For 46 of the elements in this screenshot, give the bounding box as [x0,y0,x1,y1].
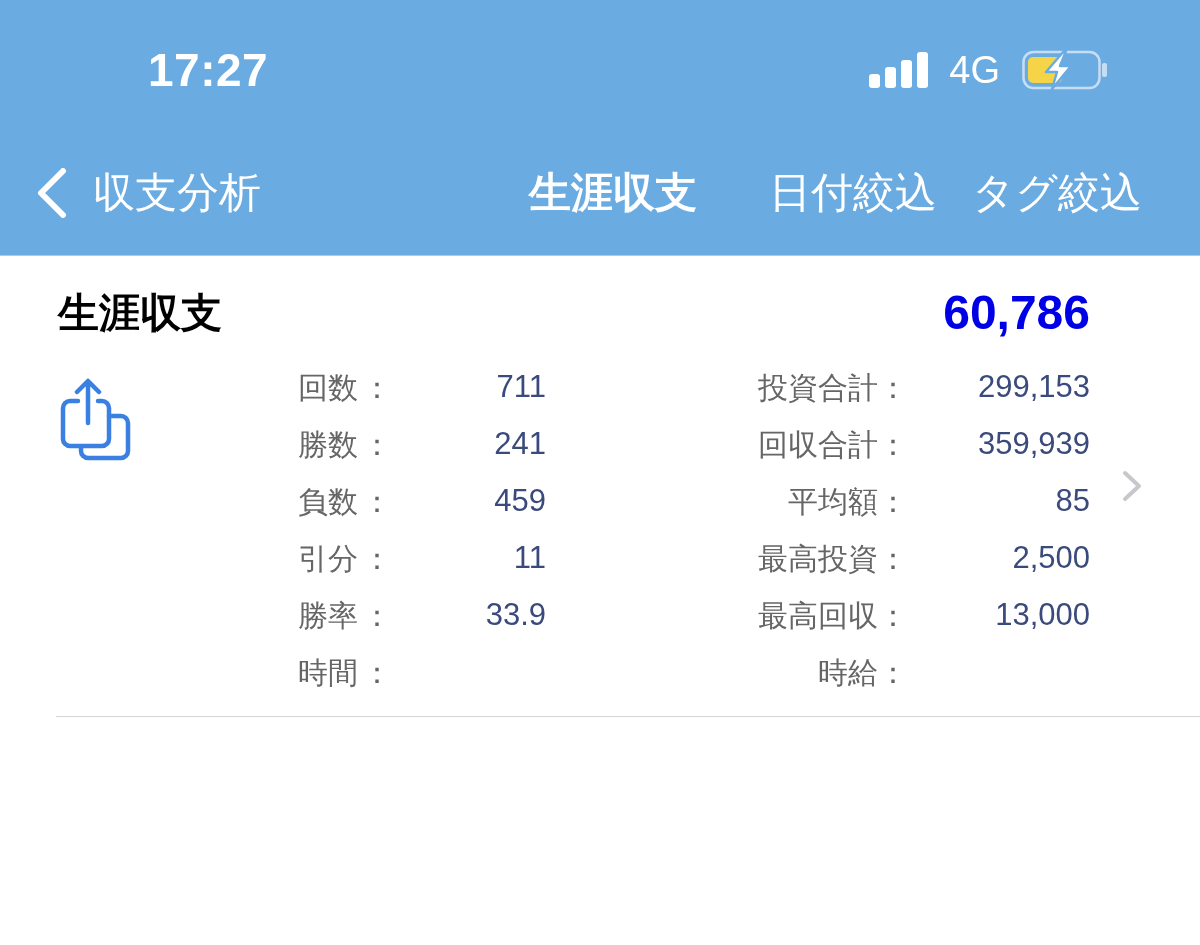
stat-value: 299,153 [977,369,1090,404]
stat-label: 回収合計 [757,429,878,460]
stat-value: 359,939 [977,426,1090,461]
share-icon[interactable] [60,378,132,462]
stat-separator: ： [362,657,392,688]
stat-separator: ： [878,657,908,688]
stat-label: 負数 [298,486,359,517]
stat-separator: ： [362,543,392,574]
stat-separator: ： [878,486,908,517]
stat-label: 回数 [298,372,359,403]
stat-label: 時間 [298,657,359,688]
stat-value: 85 [1055,483,1090,518]
stat-value: 711 [496,369,546,404]
stat-separator: ： [878,543,908,574]
stat-value: 33.9 [485,597,546,632]
stat-label: 投資合計 [757,372,878,403]
stat-label: 最高回収 [757,600,878,631]
stat-separator: ： [362,429,392,460]
signal-icon [869,52,930,88]
stat-separator: ： [362,486,392,517]
stat-separator: ： [362,600,392,631]
page-title: 生涯収支 [58,292,222,334]
stat-value: 241 [494,426,546,461]
stat-label: 平均額 [787,486,878,517]
stat-label: 勝数 [298,429,359,460]
chevron-left-icon [36,168,68,218]
stat-label: 時給 [817,657,878,688]
stat-value: 13,000 [995,597,1090,632]
chevron-right-icon [1122,470,1142,502]
stat-value: 2,500 [1012,540,1090,575]
stat-value: 11 [513,540,546,575]
status-time: 17:27 [148,47,269,93]
stat-separator: ： [878,429,908,460]
stat-label: 勝率 [298,600,359,631]
stat-separator: ： [878,600,908,631]
stat-separator: ： [362,372,392,403]
stat-label: 引分 [298,543,359,574]
tab[interactable]: タグ絞込 [972,172,1142,214]
tab[interactable]: 日付絞込 [769,172,937,214]
tab[interactable]: 生涯収支 [529,172,697,214]
network-label: 4G [949,51,1000,89]
stat-value: 459 [494,483,546,518]
stat-separator: ： [878,372,908,403]
stat-label: 最高投資 [757,543,878,574]
total-amount: 60,786 [943,289,1090,337]
back-button[interactable]: 収支分析 [36,168,261,218]
